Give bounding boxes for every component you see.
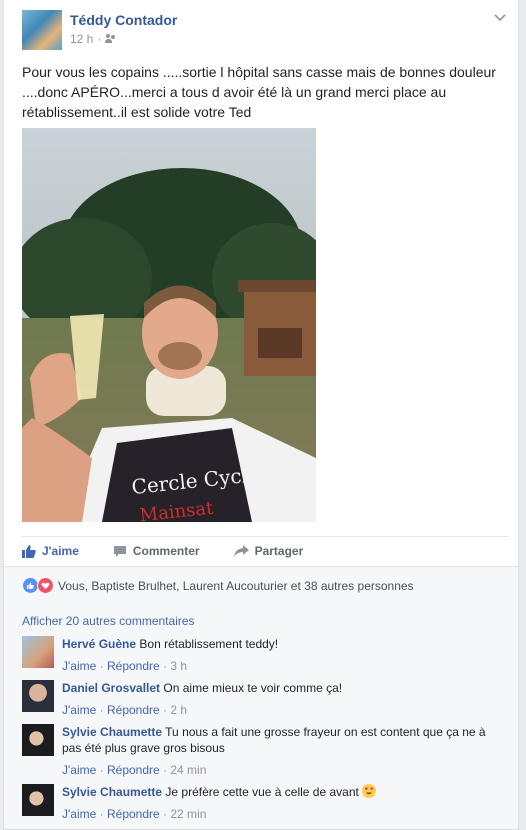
comment-reply-link[interactable]: Répondre bbox=[107, 807, 160, 821]
author-avatar[interactable] bbox=[22, 10, 62, 50]
comment-reply-link[interactable]: Répondre bbox=[107, 703, 160, 717]
commenter-avatar[interactable] bbox=[22, 724, 54, 756]
comment-meta: J'aime · Répondre · 2 h bbox=[62, 703, 188, 717]
post-meta: 12 h · bbox=[70, 32, 117, 46]
post-timestamp[interactable]: 12 h bbox=[70, 32, 93, 46]
post-text: Pour vous les copains .....sortie l hôpi… bbox=[22, 64, 496, 120]
post-header: Téddy Contador 12 h · bbox=[22, 10, 508, 50]
commenter-name[interactable]: Sylvie Chaumette bbox=[62, 725, 162, 739]
like-label: J'aime bbox=[42, 544, 79, 558]
commenter-name[interactable]: Hervé Guène bbox=[62, 637, 136, 651]
commenter-name[interactable]: Daniel Grosvallet bbox=[62, 681, 160, 695]
comment-icon bbox=[113, 545, 126, 557]
share-icon bbox=[233, 545, 249, 557]
post-card: Téddy Contador 12 h · Pour vous les copa… bbox=[3, 0, 519, 830]
like-button[interactable]: J'aime bbox=[22, 544, 79, 558]
comment-meta: J'aime · Répondre · 22 min bbox=[62, 807, 207, 821]
comment-like-link[interactable]: J'aime bbox=[62, 807, 96, 821]
comment-reply-link[interactable]: Répondre bbox=[107, 659, 160, 673]
post-action-bar: J'aime Commenter Partager bbox=[22, 536, 508, 565]
comment-meta: J'aime · Répondre · 24 min bbox=[62, 763, 207, 777]
commenter-avatar[interactable] bbox=[22, 680, 54, 712]
comment-text: Bon rétablissement teddy! bbox=[139, 637, 279, 651]
comment-like-link[interactable]: J'aime bbox=[62, 703, 96, 717]
comment-time[interactable]: 24 min bbox=[170, 763, 206, 777]
love-reaction-icon[interactable] bbox=[37, 577, 54, 594]
share-label: Partager bbox=[254, 544, 304, 558]
commenter-name[interactable]: Sylvie Chaumette bbox=[62, 785, 162, 799]
comment-time[interactable]: 2 h bbox=[170, 703, 187, 717]
comment-like-link[interactable]: J'aime bbox=[62, 763, 96, 777]
comments-section: Afficher 20 autres commentaires Hervé Gu… bbox=[4, 604, 518, 829]
chevron-down-icon[interactable] bbox=[494, 12, 506, 22]
reactions-bar: Vous, Baptiste Brulhet, Laurent Aucoutur… bbox=[4, 566, 518, 605]
share-button[interactable]: Partager bbox=[233, 544, 304, 558]
heart-eyes-emoji-icon bbox=[362, 784, 377, 798]
reactions-summary[interactable]: Vous, Baptiste Brulhet, Laurent Aucoutur… bbox=[58, 579, 414, 593]
author-name[interactable]: Téddy Contador bbox=[70, 12, 177, 28]
show-more-comments-link[interactable]: Afficher 20 autres commentaires bbox=[22, 614, 195, 628]
comment-text: On aime mieux te voir comme ça! bbox=[163, 681, 343, 695]
commenter-avatar[interactable] bbox=[22, 636, 54, 668]
comment-time[interactable]: 22 min bbox=[170, 807, 206, 821]
thumbs-up-icon bbox=[22, 544, 36, 558]
dot-separator: · bbox=[97, 32, 102, 46]
comment-meta: J'aime · Répondre · 3 h bbox=[62, 659, 188, 673]
commenter-avatar[interactable] bbox=[22, 784, 54, 816]
post-photo[interactable]: Cercle Cycliste Mainsat bbox=[22, 128, 316, 522]
comment-time[interactable]: 3 h bbox=[170, 659, 187, 673]
comment-reply-link[interactable]: Répondre bbox=[107, 763, 160, 777]
comment-text: Je préfère cette vue à celle de avant bbox=[165, 785, 359, 799]
comment-label: Commenter bbox=[132, 544, 200, 558]
comment-button[interactable]: Commenter bbox=[113, 544, 200, 558]
friends-audience-icon[interactable] bbox=[105, 34, 117, 44]
comment-like-link[interactable]: J'aime bbox=[62, 659, 96, 673]
